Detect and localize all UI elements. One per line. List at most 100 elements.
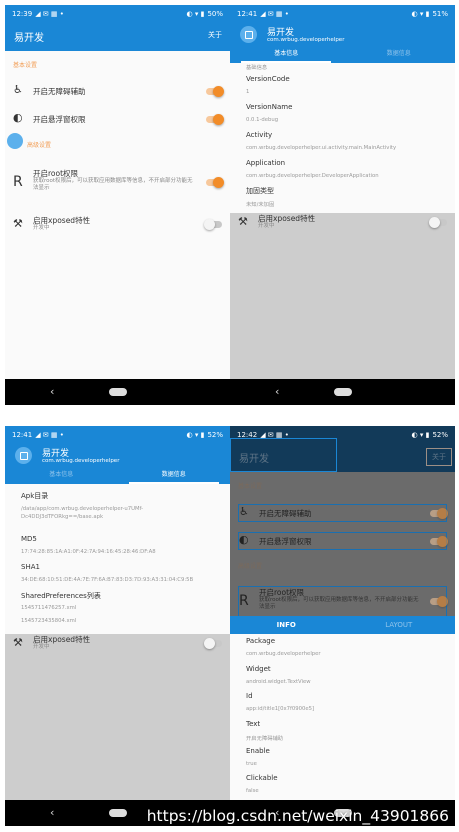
app-title: 易开发: [14, 33, 44, 44]
tab-data-info[interactable]: 数据信息: [343, 47, 456, 63]
screen-app-info-data: 12:41 ◢ ✉ ▦ • ◐ ▾ ▮ 52% 易开发 com.wrbug.deve…: [5, 426, 230, 826]
a11y-label: 开启无障碍辅助: [259, 509, 312, 518]
info-value: 34:DE:68:10:51:DE:4A:7E:7F:6A:B7:83:D3:7…: [21, 577, 194, 583]
tab-basic-info[interactable]: 基本信息: [5, 468, 118, 484]
float-row[interactable]: ◐ 开启悬浮窗权限: [13, 111, 224, 127]
info-key: Enable: [246, 747, 270, 755]
root-row[interactable]: R 开启root权限 获取root权限后，可以获取应用数据库等信息，不开启部分功…: [13, 168, 224, 198]
xposed-icon: ⚒︎: [13, 217, 23, 230]
nav-bar: ‹: [230, 379, 455, 405]
info-value: app:id/title1[0x7f0900e5]: [246, 706, 315, 712]
info-value: 0.0.1-debug: [246, 117, 279, 123]
back-icon[interactable]: ‹: [50, 385, 54, 398]
float-row[interactable]: ◐ 开启悬浮窗权限: [238, 532, 448, 550]
info-value: 未知/未加固: [246, 202, 275, 208]
tab-basic-info[interactable]: 基本信息: [230, 47, 343, 63]
xposed-toggle[interactable]: [204, 638, 222, 649]
root-row[interactable]: R 开启root权限 获取root权限后，可以获取应用数据库等信息，不开启部分功…: [238, 586, 448, 618]
status-bar: 12:41 ◢ ✉ ▦ • ◐ ▾ ▮ 52%: [5, 426, 230, 445]
info-key: MD5: [21, 535, 37, 543]
info-value: 17:74:28:85:1A:A1:0F:42:7A:94:16:45:28:4…: [21, 549, 156, 555]
xposed-row[interactable]: ⚒︎ 启用xposed特性 开发中: [13, 634, 222, 654]
section-advanced-settings: 高级设置: [238, 563, 263, 570]
status-bar: 12:39 ◢ ✉ ▦ • ◐ ▾ ▮ 50%: [5, 5, 230, 24]
a11y-toggle[interactable]: [430, 508, 448, 519]
home-icon[interactable]: [108, 809, 127, 817]
nav-bar: ‹: [5, 379, 230, 405]
dim-overlay: [5, 634, 230, 800]
status-time: 12:41: [237, 10, 258, 18]
float-window-icon: ◐: [239, 533, 249, 546]
back-icon[interactable]: ‹: [50, 806, 54, 819]
info-tabs: 基本信息 数据信息: [5, 468, 230, 484]
info-value: 1545711476257.xml: [21, 605, 77, 611]
xposed-icon: ⚒︎: [238, 215, 248, 228]
status-time: 12:39: [12, 10, 33, 18]
root-toggle[interactable]: [430, 596, 448, 607]
a11y-row[interactable]: ♿︎ 开启无障碍辅助: [238, 504, 448, 522]
float-label: 开启悬浮窗权限: [33, 115, 86, 124]
about-button[interactable]: 关于: [426, 448, 452, 466]
float-label: 开启悬浮窗权限: [259, 537, 312, 546]
home-icon[interactable]: [108, 388, 127, 396]
csdn-watermark: https://blog.csdn.net/weixin_43901866: [146, 807, 449, 825]
xposed-desc: 开发中: [33, 644, 50, 650]
root-desc: 获取root权限后，可以获取应用数据库等信息，不开启部分功能无法显示: [33, 178, 193, 191]
status-time: 12:41: [12, 431, 33, 439]
app-icon: [15, 447, 32, 464]
info-key: VersionCode: [246, 75, 290, 83]
info-key: Apk目录: [21, 492, 49, 500]
info-cut-label: 基础信息: [246, 65, 268, 71]
section-advanced-settings: 高级设置: [27, 142, 52, 149]
float-toggle[interactable]: [206, 114, 224, 125]
xposed-desc: 开发中: [258, 223, 275, 229]
info-value: android.widget.TextView: [246, 679, 311, 685]
info-key: 加固类型: [246, 187, 274, 195]
tab-layout[interactable]: LAYOUT: [343, 616, 456, 634]
a11y-row[interactable]: ♿︎ 开启无障碍辅助: [13, 83, 224, 99]
xposed-toggle[interactable]: [429, 217, 447, 228]
info-key: Activity: [246, 131, 273, 139]
info-key: Widget: [246, 665, 271, 673]
highlight-box: [230, 438, 337, 472]
tab-info[interactable]: INFO: [230, 616, 343, 634]
root-icon: R: [13, 174, 23, 190]
xposed-row[interactable]: ⚒︎ 启用xposed特性 开发中: [13, 215, 222, 235]
xposed-desc: 开发中: [33, 225, 50, 231]
info-value: com.wrbug.developerhelper: [246, 651, 321, 657]
inspector-tabs: INFO LAYOUT: [230, 616, 455, 634]
info-key: Application: [246, 159, 286, 167]
app-icon: [240, 26, 257, 43]
info-value: 开启无障碍辅助: [246, 736, 284, 742]
info-key: Clickable: [246, 774, 278, 782]
back-icon[interactable]: ‹: [275, 385, 279, 398]
info-key: Package: [246, 637, 276, 645]
status-bar: 12:41 ◢ ✉ ▦ • ◐ ▾ ▮ 51%: [230, 5, 455, 24]
info-value: false: [246, 788, 259, 794]
a11y-label: 开启无障碍辅助: [33, 87, 86, 96]
root-icon: R: [239, 593, 249, 609]
about-button[interactable]: 关于: [208, 30, 222, 40]
float-toggle[interactable]: [430, 536, 448, 547]
battery-level: 51%: [432, 10, 448, 18]
xposed-row[interactable]: ⚒︎ 启用xposed特性 开发中: [238, 213, 447, 233]
package-name: com.wrbug.developerhelper: [267, 37, 345, 43]
info-value: 1: [246, 89, 250, 95]
tab-data-info[interactable]: 数据信息: [118, 468, 231, 484]
root-desc: 获取root权限后，可以获取应用数据库等信息，不开启部分功能无法显示: [259, 597, 419, 610]
root-toggle[interactable]: [206, 177, 224, 188]
info-value: com.wrbug.developerhelper.ui.activity.ma…: [246, 145, 397, 151]
battery-level: 52%: [432, 431, 448, 439]
xposed-toggle[interactable]: [204, 219, 222, 230]
floating-app-icon[interactable]: [7, 133, 23, 149]
section-basic-settings: 基本设置: [13, 62, 38, 69]
a11y-toggle[interactable]: [206, 86, 224, 97]
screen-app-info-basic: 12:41 ◢ ✉ ▦ • ◐ ▾ ▮ 51% 易开发 com.wrbug.deve…: [230, 5, 455, 405]
package-name: com.wrbug.developerhelper: [42, 458, 120, 464]
battery-level: 50%: [207, 10, 223, 18]
home-icon[interactable]: [333, 388, 352, 396]
accessibility-icon: ♿︎: [239, 505, 249, 518]
screen-main-settings: 12:39 ◢ ✉ ▦ • ◐ ▾ ▮ 50% 易开发 关于 基本设置 ♿︎ 开启无…: [5, 5, 230, 405]
info-value: com.wrbug.developerhelper.DeveloperAppli…: [246, 173, 379, 179]
info-value: true: [246, 761, 257, 767]
